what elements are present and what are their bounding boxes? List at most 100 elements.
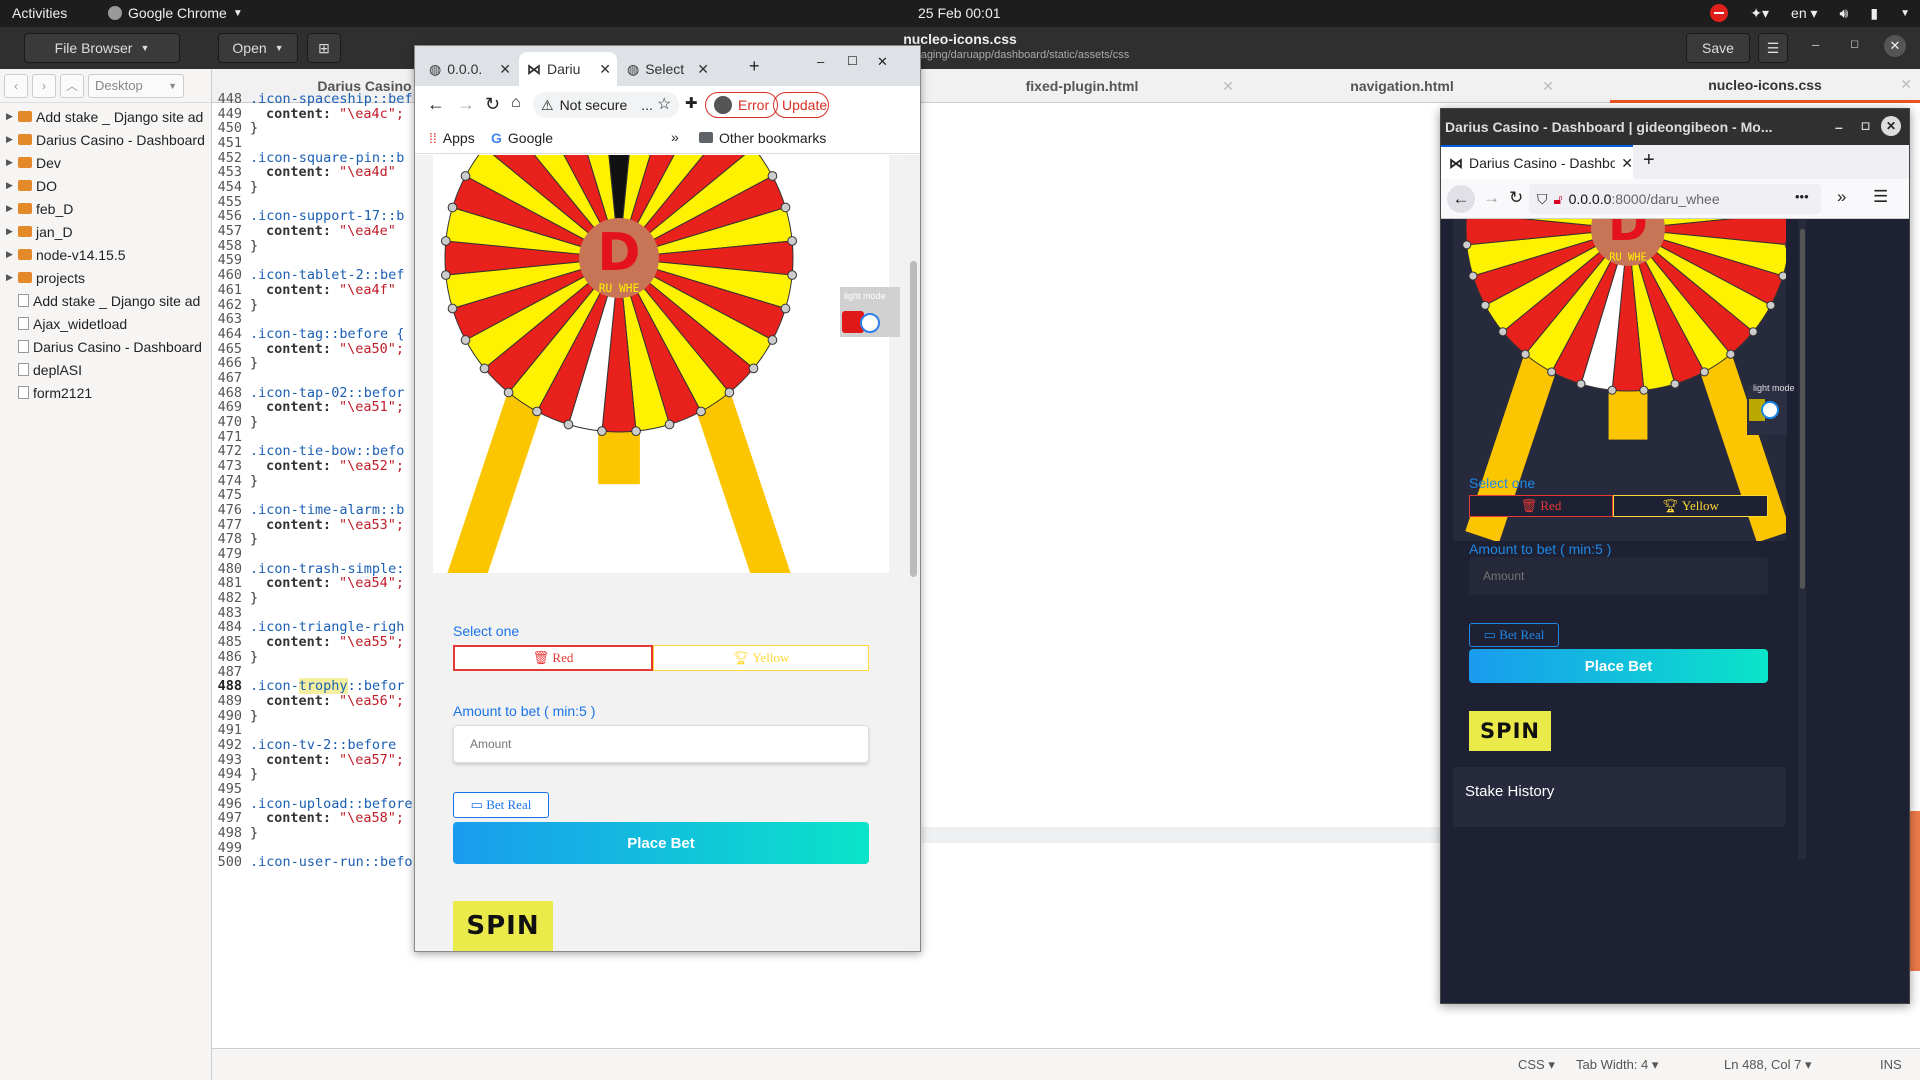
chrome-tab-1[interactable]: ◍ 0.0.0. ✕ <box>421 52 517 86</box>
expander-icon[interactable]: ▶ <box>6 272 14 283</box>
firefox-tab[interactable]: ⋈ Darius Casino - Dashboar ✕ <box>1441 145 1633 179</box>
minimize-icon[interactable]: – <box>1835 119 1843 135</box>
maximize-icon[interactable]: ◻ <box>1861 119 1870 132</box>
profile-error-button[interactable]: Error <box>705 92 779 118</box>
file-item[interactable]: deplASI <box>0 358 211 381</box>
close-icon[interactable]: ✕ <box>1881 116 1901 136</box>
spin-button[interactable]: SPIN <box>453 901 553 951</box>
hamburger-menu-icon[interactable]: ☰ <box>1873 187 1888 207</box>
hamburger-menu-icon[interactable]: ☰ <box>1758 33 1788 63</box>
home-icon[interactable]: ⌂ <box>511 94 521 112</box>
chrome-tab-3[interactable]: ◍ Select ✕ <box>619 52 715 86</box>
do-not-disturb-icon[interactable] <box>1710 4 1729 22</box>
yellow-select-button[interactable]: 🏆︎ Yellow <box>653 645 869 671</box>
folder-item[interactable]: ▶ Dev <box>0 151 211 174</box>
close-tab-icon[interactable]: ✕ <box>1900 76 1912 93</box>
expander-icon[interactable]: ▶ <box>6 249 14 260</box>
close-tab-icon[interactable]: ✕ <box>1621 155 1633 172</box>
folder-item[interactable]: ▶ feb_D <box>0 197 211 220</box>
chevron-right-icon[interactable]: » <box>1837 187 1846 207</box>
language-select[interactable]: CSS ▾ <box>1518 1057 1555 1073</box>
forward-icon[interactable]: → <box>1483 188 1500 208</box>
new-tab-icon[interactable]: + <box>749 56 760 77</box>
reload-icon[interactable]: ↻ <box>1509 188 1523 208</box>
chevron-right-icon[interactable]: » <box>671 129 679 145</box>
clock[interactable]: 25 Feb 00:01 <box>918 5 1001 21</box>
expander-icon[interactable]: ▶ <box>6 111 14 122</box>
close-tab-icon[interactable]: ✕ <box>1542 78 1554 95</box>
google-bookmark[interactable]: G Google <box>491 130 553 146</box>
place-bet-button[interactable]: Place Bet <box>453 822 869 864</box>
tab-navigation[interactable]: navigation.html ✕ <box>1242 69 1562 103</box>
file-item[interactable]: Ajax_widetload <box>0 312 211 335</box>
forward-icon[interactable]: → <box>457 94 475 115</box>
light-mode-toggle[interactable]: light mode <box>1747 383 1795 435</box>
accessibility-icon[interactable]: ✦▾ <box>1750 5 1769 22</box>
extensions-icon[interactable]: ✚ <box>685 94 698 112</box>
back-icon[interactable]: ‹ <box>4 73 28 98</box>
prize-wheel[interactable]: DRU WHE <box>433 155 889 573</box>
save-button[interactable]: Save <box>1686 33 1750 63</box>
forward-icon[interactable]: › <box>32 73 56 98</box>
cursor-position[interactable]: Ln 488, Col 7 ▾ <box>1724 1057 1811 1073</box>
location-select[interactable]: Desktop ▼ <box>88 73 184 98</box>
url-bar[interactable]: ⛉ 🔓︎ 0.0.0.0:8000/daru_whee <box>1529 184 1821 214</box>
battery-icon[interactable]: ▮ <box>1870 5 1878 22</box>
activities-button[interactable]: Activities <box>12 5 67 21</box>
scrollbar[interactable] <box>1798 219 1806 859</box>
folder-item[interactable]: ▶ jan_D <box>0 220 211 243</box>
back-icon[interactable]: ← <box>1447 185 1475 213</box>
maximize-icon[interactable]: ◻ <box>1850 37 1859 50</box>
light-mode-toggle[interactable]: light mode <box>840 287 900 337</box>
language-indicator[interactable]: en ▾ <box>1791 5 1818 22</box>
bookmark-star-icon[interactable]: ☆ <box>657 94 671 114</box>
up-icon[interactable]: ︿ <box>60 73 84 98</box>
system-menu-caret-icon[interactable]: ▼ <box>1900 8 1910 19</box>
amount-input[interactable] <box>453 725 869 763</box>
app-menu[interactable]: Google Chrome ▼ <box>108 5 243 21</box>
tab-fixed-plugin[interactable]: fixed-plugin.html ✕ <box>922 69 1242 103</box>
close-tab-icon[interactable]: ✕ <box>1222 78 1234 95</box>
minimize-icon[interactable]: – <box>817 54 824 69</box>
scrollbar[interactable] <box>907 155 920 951</box>
folder-item[interactable]: ▶ Add stake _ Django site ad <box>0 105 211 128</box>
close-tab-icon[interactable]: ✕ <box>599 61 611 78</box>
red-select-button[interactable]: 🗑︎ Red <box>453 645 653 671</box>
close-icon[interactable]: ✕ <box>1884 35 1906 57</box>
amount-input[interactable] <box>1469 557 1768 595</box>
file-item[interactable]: form2121 <box>0 381 211 404</box>
bet-real-button[interactable]: ▭ Bet Real <box>1469 623 1559 647</box>
tab-width-select[interactable]: Tab Width: 4 ▾ <box>1576 1057 1658 1073</box>
expander-icon[interactable]: ▶ <box>6 226 14 237</box>
close-icon[interactable]: ✕ <box>877 54 888 70</box>
folder-item[interactable]: ▶ node-v14.15.5 <box>0 243 211 266</box>
page-actions-icon[interactable]: ••• <box>1795 189 1809 204</box>
file-item[interactable]: Add stake _ Django site ad <box>0 289 211 312</box>
close-tab-icon[interactable]: ✕ <box>499 61 511 78</box>
volume-icon[interactable]: 🔊︎ <box>1840 5 1849 22</box>
file-item[interactable]: Darius Casino - Dashboard <box>0 335 211 358</box>
apps-bookmark[interactable]: ⁞⁞ Apps <box>429 130 475 146</box>
expander-icon[interactable]: ▶ <box>6 134 14 145</box>
tab-nucleo-icons[interactable]: nucleo-icons.css ✕ <box>1610 69 1920 103</box>
folder-item[interactable]: ▶ projects <box>0 266 211 289</box>
yellow-select-button[interactable]: 🏆︎ Yellow <box>1613 495 1768 517</box>
chrome-tab-2[interactable]: ⋈ Dariu ✕ <box>519 52 617 86</box>
minimize-icon[interactable]: – <box>1812 37 1819 52</box>
red-select-button[interactable]: 🗑︎ Red <box>1469 495 1613 517</box>
update-button[interactable]: Update <box>773 92 829 118</box>
expander-icon[interactable]: ▶ <box>6 203 14 214</box>
reload-icon[interactable]: ↻ <box>485 94 500 115</box>
bet-real-button[interactable]: ▭ Bet Real <box>453 792 549 818</box>
spin-button[interactable]: SPIN <box>1469 711 1551 751</box>
folder-item[interactable]: ▶ DO <box>0 174 211 197</box>
maximize-icon[interactable]: ☐ <box>847 54 858 68</box>
prize-wheel[interactable]: DRU WHE <box>1453 219 1786 541</box>
close-tab-icon[interactable]: ✕ <box>697 61 709 78</box>
expander-icon[interactable]: ▶ <box>6 157 14 168</box>
back-icon[interactable]: ← <box>427 94 445 115</box>
expander-icon[interactable]: ▶ <box>6 180 14 191</box>
folder-item[interactable]: ▶ Darius Casino - Dashboard <box>0 128 211 151</box>
new-tab-icon[interactable]: + <box>1643 149 1655 172</box>
other-bookmarks[interactable]: Other bookmarks <box>699 130 826 146</box>
